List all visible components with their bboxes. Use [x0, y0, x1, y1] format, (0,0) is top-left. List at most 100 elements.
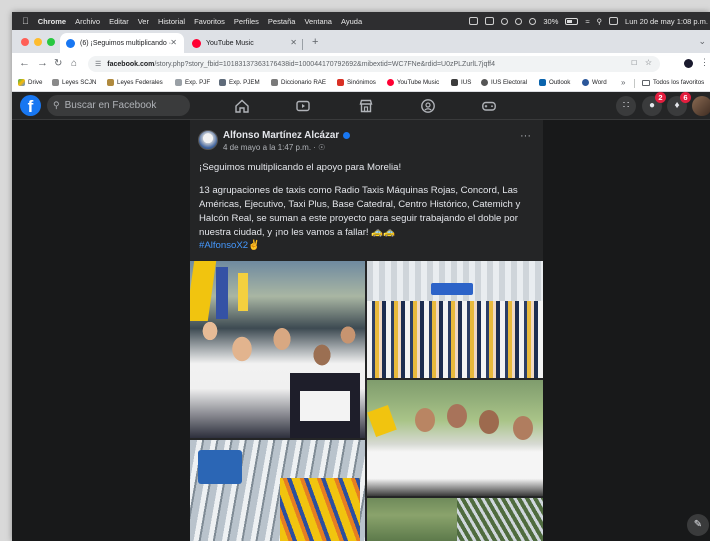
battery-icon[interactable] — [565, 17, 579, 25]
all-bookmarks-button[interactable]: Todos los favoritos — [642, 79, 704, 86]
control-center-icon[interactable] — [609, 17, 619, 25]
account-avatar[interactable] — [692, 96, 710, 116]
bookmark-label: Drive — [28, 79, 43, 86]
youtube-music-favicon-icon — [192, 38, 201, 48]
site-info-icon[interactable]: ☰ — [95, 60, 101, 68]
install-app-icon[interactable]: □ — [632, 58, 637, 67]
menu-archivo[interactable]: Archivo — [75, 17, 100, 26]
bookmark-exp-pjf[interactable]: Exp. PJF — [175, 79, 210, 86]
bookmark-ius-electoral[interactable]: IUS Electoral — [481, 79, 527, 86]
post-options-button[interactable]: ··· — [520, 130, 531, 142]
menu-ayuda[interactable]: Ayuda — [341, 17, 362, 26]
tab-search-icon[interactable]: ⌄ — [698, 36, 706, 47]
post-photo-1[interactable] — [190, 261, 365, 438]
marketplace-icon[interactable] — [358, 98, 374, 114]
menu-favoritos[interactable]: Favoritos — [194, 17, 225, 26]
menu-pestana[interactable]: Pestaña — [268, 17, 296, 26]
bookmark-exp-pjem[interactable]: Exp. PJEM — [219, 79, 260, 86]
bookmark-label: Exp. PJF — [185, 79, 211, 86]
post-photo-2[interactable] — [367, 261, 543, 378]
pjf-icon — [175, 79, 182, 86]
bookmark-sinonimos[interactable]: Sinónimos — [337, 79, 376, 86]
search-placeholder: Buscar en Facebook — [64, 100, 157, 111]
bookmark-leyes-scjn[interactable]: Leyes SCJN — [52, 79, 96, 86]
post-photo-3[interactable] — [367, 380, 543, 496]
bookmark-star-icon[interactable]: ☆ — [645, 58, 652, 67]
facebook-search-input[interactable]: ⚲ Buscar en Facebook — [47, 95, 190, 116]
bookmark-label: Exp. PJEM — [229, 79, 260, 86]
reload-icon[interactable]: ↻ — [54, 58, 62, 69]
extension-icon[interactable] — [684, 59, 693, 68]
spotlight-search-icon[interactable]: ⚲ — [597, 17, 603, 26]
bluetooth-icon[interactable] — [501, 17, 509, 25]
author-avatar[interactable] — [198, 130, 218, 150]
post-photo-5[interactable] — [367, 498, 543, 541]
post-body: 13 agrupaciones de taxis como Radio Taxi… — [199, 185, 521, 238]
bookmark-outlook[interactable]: Outlook — [539, 79, 570, 86]
home-icon[interactable] — [234, 98, 250, 114]
minimize-window-button[interactable] — [34, 38, 42, 46]
url-path: /story.php?story_fbid=10183137363176438i… — [154, 60, 496, 68]
facebook-logo[interactable]: f — [20, 95, 41, 116]
zoom-window-button[interactable] — [47, 38, 55, 46]
wifi-icon[interactable]: ≈ — [585, 17, 589, 26]
tab-facebook[interactable]: (6) ¡Seguimos multiplicando · ✕ — [60, 33, 184, 53]
forward-icon[interactable]: → — [37, 57, 48, 69]
bookmark-leyes-federales[interactable]: Leyes Federales — [107, 79, 163, 86]
menu-editar[interactable]: Editar — [109, 17, 129, 26]
rae-icon — [271, 79, 278, 86]
bookmark-ius[interactable]: IUS — [451, 79, 471, 86]
tab-youtube-music[interactable]: YouTube Music ✕ — [186, 33, 304, 53]
bookmark-diccionario-rae[interactable]: Diccionario RAE — [271, 79, 326, 86]
photo-flag — [216, 267, 228, 319]
apple-icon[interactable]:  — [22, 16, 29, 26]
gaming-icon[interactable] — [481, 98, 497, 114]
timer-icon[interactable] — [529, 17, 537, 25]
post-hashtag[interactable]: #AlfonsoX2✌ — [199, 240, 260, 251]
author-name[interactable]: Alfonso Martínez Alcázar — [223, 130, 339, 141]
battery-percent: 30% — [543, 16, 559, 26]
messenger-icon[interactable]: ● 2 — [642, 92, 666, 116]
photo-sign — [431, 283, 473, 295]
status-app-icon[interactable] — [469, 17, 479, 25]
globe-icon: ☉ — [318, 143, 326, 152]
home-page-icon[interactable]: ⌂ — [71, 58, 77, 69]
grid-menu-icon[interactable]: ∷ — [616, 96, 636, 116]
close-tab-icon[interactable]: ✕ — [290, 38, 297, 47]
close-tab-icon[interactable]: ✕ — [170, 38, 177, 47]
groups-icon[interactable] — [420, 98, 436, 114]
address-bar[interactable]: ☰ facebook.com/story.php?story_fbid=1018… — [88, 56, 660, 72]
menu-perfiles[interactable]: Perfiles — [234, 17, 259, 26]
screen-record-icon[interactable] — [515, 17, 523, 25]
bookmark-word[interactable]: Word — [582, 79, 607, 86]
scjn-icon — [52, 79, 59, 86]
sinonimos-icon — [337, 79, 344, 86]
close-window-button[interactable] — [21, 38, 29, 46]
chrome-menu-icon[interactable]: ⋮ — [700, 57, 709, 68]
bookmark-drive[interactable]: Drive — [18, 79, 42, 86]
bookmark-label: Todos los favoritos — [653, 79, 705, 86]
status-app-icon-2[interactable] — [485, 17, 495, 25]
back-icon[interactable]: ← — [19, 57, 30, 69]
photo-person — [447, 404, 467, 428]
post-author[interactable]: Alfonso Martínez Alcázar — [223, 130, 351, 141]
photo-shirt-print — [300, 391, 350, 421]
bell-icon[interactable]: ♦ 6 — [667, 92, 691, 116]
post-timestamp[interactable]: 4 de mayo a la 1:47 p.m. · — [223, 143, 318, 152]
word-icon — [582, 79, 589, 86]
edit-icon[interactable]: ✎ — [687, 514, 709, 536]
menu-ventana[interactable]: Ventana — [304, 17, 332, 26]
menu-chrome[interactable]: Chrome — [38, 17, 66, 26]
post-date[interactable]: 4 de mayo a la 1:47 p.m. · ☉ — [223, 143, 325, 152]
photo-flag — [367, 405, 397, 437]
menu-historial[interactable]: Historial — [158, 17, 185, 26]
youtube-music-icon — [387, 79, 394, 86]
tab-title: YouTube Music — [206, 39, 254, 47]
more-bookmarks-button[interactable]: » — [621, 78, 625, 87]
video-icon[interactable] — [295, 98, 311, 114]
new-tab-button[interactable]: + — [312, 36, 318, 48]
menu-ver[interactable]: Ver — [138, 17, 149, 26]
clock[interactable]: Lun 20 de may 1:08 p.m. — [625, 17, 708, 26]
bookmark-youtube-music[interactable]: YouTube Music — [387, 79, 439, 86]
post-photo-4[interactable] — [190, 440, 365, 541]
